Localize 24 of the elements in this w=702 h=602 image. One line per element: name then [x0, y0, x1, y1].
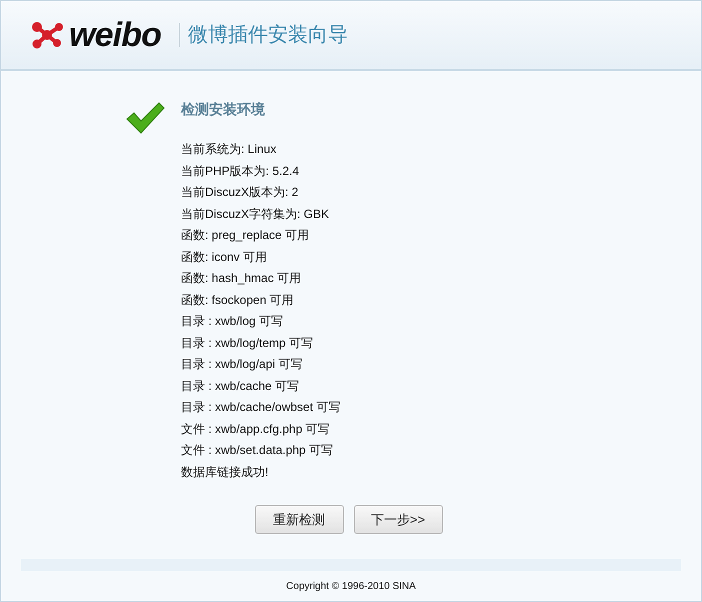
copyright: Copyright © 1996-2010 SINA [286, 580, 416, 594]
check-result: 函数: preg_replace 可用 [181, 227, 310, 244]
check-result: 函数: hash_hmac 可用 [181, 270, 302, 287]
page-title: 微博插件安装向导 [188, 23, 348, 48]
check-result: 目录 : xwb/cache 可写 [181, 378, 300, 394]
check-result: 文件 : xwb/set.data.php 可写 [181, 442, 334, 459]
logo-text: weibo [69, 18, 162, 52]
check-result: 文件 : xwb/app.cfg.php 可写 [181, 420, 331, 438]
check-result: 函数: iconv 可用 [181, 248, 268, 266]
wizard-button[interactable]: 重新检测 [254, 505, 344, 534]
check-result: 当前系统为: Linux [181, 141, 278, 158]
logo-icon [31, 21, 65, 49]
section-title: 检测安装环境 [181, 100, 266, 119]
check-result: 函数: fsockopen 可用 [181, 292, 295, 308]
check-result: 目录 : xwb/log 可写 [181, 313, 284, 330]
check-result: 当前DiscuzX字符集为: GBK [181, 206, 330, 222]
check-result: 当前DiscuzX版本为: 2 [181, 184, 300, 201]
check-result: 目录 : xwb/log/temp 可写 [181, 334, 314, 352]
check-result: 当前PHP版本为: 5.2.4 [181, 162, 300, 180]
check-result: 目录 : xwb/cache/owbset 可写 [181, 399, 340, 416]
check-result: 目录 : xwb/log/api 可写 [181, 356, 304, 373]
checkmark-icon [125, 101, 165, 135]
check-result: 数据库链接成功! [181, 464, 270, 480]
wizard-button[interactable]: 下一步>> [354, 505, 442, 534]
